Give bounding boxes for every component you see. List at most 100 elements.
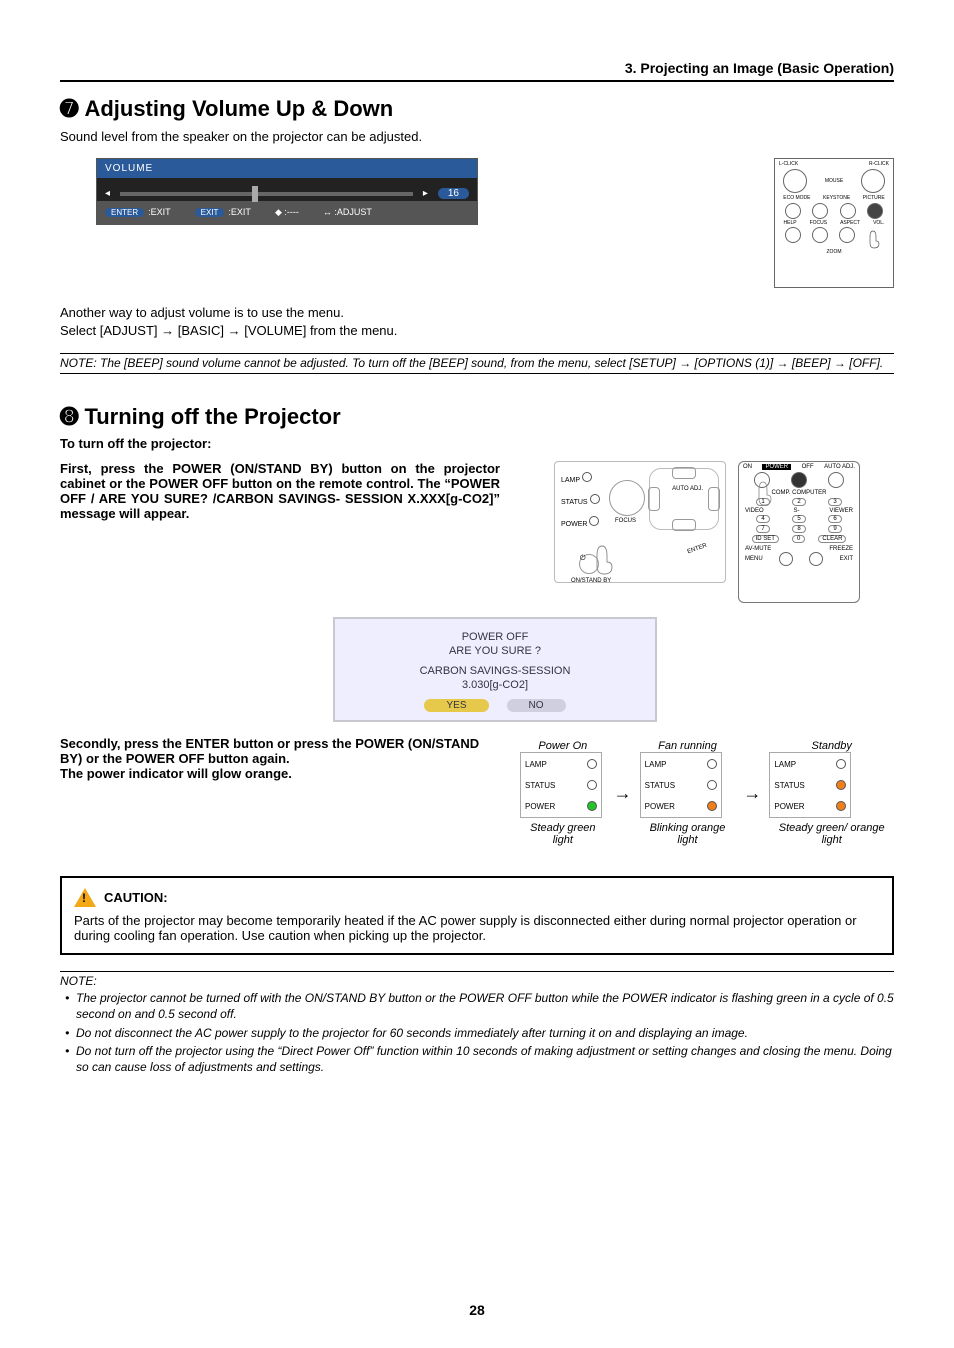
menu-knob-icon [779, 552, 793, 566]
arrow-right-icon: ▸ [423, 188, 428, 199]
aspect-icon [839, 227, 855, 243]
viewer-label: VIEWER [829, 508, 853, 514]
focus-label: FOCUS [810, 220, 828, 226]
arrow2-icon: → [743, 783, 761, 804]
osd-foot-leftright: ↔ :ADJUST [323, 207, 372, 218]
panel3-top: Standby [769, 740, 894, 752]
s7-para2a: Another way to adjust volume is to use t… [60, 304, 894, 322]
dpad-right-icon [708, 487, 720, 511]
dpad-left-icon [648, 487, 660, 511]
dlg-l2: ARE YOU SURE ? [335, 645, 655, 657]
lamp-led2-icon [707, 759, 717, 769]
lclick-icon [783, 169, 807, 193]
hand-icon [866, 227, 884, 249]
k0: 0 [792, 535, 805, 543]
indicator-panels: Power On LAMP STATUS POWER Steady green … [520, 740, 894, 846]
k7: 7 [756, 525, 769, 533]
remote-control-illustration: ON POWER OFF AUTO ADJ. COMP. COMPUTER 1 … [738, 461, 860, 603]
keystone-label: KEYSTONE [823, 195, 850, 201]
aspect-label: ASPECT [840, 220, 860, 226]
section-path: 3. Projecting an Image (Basic Operation) [60, 60, 894, 82]
enter-label-proj: ENTER [686, 543, 707, 556]
computer-label: COMPUTER [792, 490, 826, 496]
picture-label: PICTURE [863, 195, 885, 201]
lamp-label: LAMP [561, 472, 600, 484]
freeze-label: FREEZE [829, 546, 853, 552]
status-label: STATUS [561, 494, 600, 506]
eco-label: ECO MODE [783, 195, 810, 201]
osd-volume-box: VOLUME ◂ ▸ 16 ENTER:EXIT EXIT:EXIT ◆ :--… [96, 158, 478, 225]
power-led-icon [589, 516, 599, 526]
dlg-l4: 3.030[g-CO2] [335, 679, 655, 691]
dpad-up-icon [672, 467, 696, 479]
focus-ring-icon [609, 480, 645, 516]
autoadj-label-proj: AUTO ADJ. [672, 486, 703, 492]
remote-illustration-top: L-CLICK R-CLICK MOUSE ECO MODEKEYSTONEPI… [774, 158, 894, 288]
notes-head: NOTE: [60, 974, 894, 988]
s8-step2b: The power indicator will glow orange. [60, 766, 500, 781]
focus-label-proj: FOCUS [615, 518, 636, 524]
s8-step1: First, press the POWER (ON/STAND BY) but… [60, 461, 500, 521]
osd-title: VOLUME [97, 159, 477, 178]
dlg-l1: POWER OFF [335, 631, 655, 643]
k5: 5 [792, 515, 805, 523]
panel1-bottom: Steady green light [520, 822, 606, 846]
warning-triangle-icon: ! [74, 888, 96, 907]
volume-value: 16 [438, 188, 469, 199]
power-label-rem: POWER [762, 464, 791, 470]
rclick-icon [861, 169, 885, 193]
s8-step2a: Secondly, press the ENTER button or pres… [60, 736, 500, 766]
on-label: ON [743, 464, 752, 470]
remote-lclick-label: L-CLICK [779, 161, 798, 167]
lamp-led1-icon [587, 759, 597, 769]
avmute-label: AV-MUTE [745, 546, 771, 552]
heading-text-8: Turning off the Projector [84, 404, 340, 430]
s7-note: NOTE: The [BEEP] sound volume cannot be … [60, 353, 894, 375]
lamp-led3-icon [836, 759, 846, 769]
s7-para2b: Select [ADJUST] → [BASIC] → [VOLUME] fro… [60, 322, 894, 340]
dialog-yes-button[interactable]: YES [424, 699, 488, 712]
caution-body: Parts of the projector may become tempor… [74, 913, 880, 943]
autoadj-btn-icon [828, 472, 844, 488]
arrow-left-icon: ◂ [105, 188, 110, 199]
k2: 2 [792, 498, 805, 506]
menu-label: MENU [745, 556, 763, 562]
focus2-icon [812, 227, 828, 243]
osd-foot-exit: EXIT:EXIT [195, 207, 251, 218]
autoadj-label-rem: AUTO ADJ. [824, 464, 855, 470]
note-item-3: Do not turn off the projector using the … [76, 1043, 894, 1075]
status-led-icon [590, 494, 600, 504]
help-label: HELP [784, 220, 797, 226]
heading-adjust-volume: ➐ Adjusting Volume Up & Down [60, 96, 894, 122]
mouse-label: MOUSE [825, 178, 843, 184]
panel1-box: LAMP STATUS POWER [520, 752, 602, 818]
panel1-top: Power On [520, 740, 606, 752]
dpad-icon [649, 468, 719, 530]
caution-box: ! CAUTION: Parts of the projector may be… [60, 876, 894, 955]
eco-icon [785, 203, 801, 219]
heading-num-7: ➐ [60, 96, 78, 122]
projector-control-illustration: LAMP STATUS POWER FOCUS AUTO ADJ. ENTER … [554, 461, 726, 583]
heading-num-8: ➑ [60, 404, 78, 430]
k8: 8 [792, 525, 805, 533]
vol-label: VOL. [873, 220, 884, 226]
dialog-no-button[interactable]: NO [507, 699, 566, 712]
slider-knob[interactable] [252, 186, 258, 202]
note-item-1: The projector cannot be turned off with … [76, 990, 894, 1022]
exit-label: EXIT [840, 556, 853, 562]
zoom-label: ZOOM [775, 249, 893, 255]
help-icon [785, 227, 801, 243]
status-led2-icon [707, 780, 717, 790]
power-label: POWER [561, 516, 600, 528]
page-number: 28 [0, 1302, 954, 1318]
k4: 4 [756, 515, 769, 523]
lamp-led-icon [582, 472, 592, 482]
heading-text-7: Adjusting Volume Up & Down [84, 96, 393, 122]
picture-icon [840, 203, 856, 219]
power-led2-icon [707, 801, 717, 811]
vol-icon [867, 203, 883, 219]
dpad-down-icon [672, 519, 696, 531]
volume-slider[interactable] [120, 192, 413, 196]
panel2-box: LAMP STATUS POWER [640, 752, 722, 818]
svideo-label: S- [794, 508, 800, 514]
